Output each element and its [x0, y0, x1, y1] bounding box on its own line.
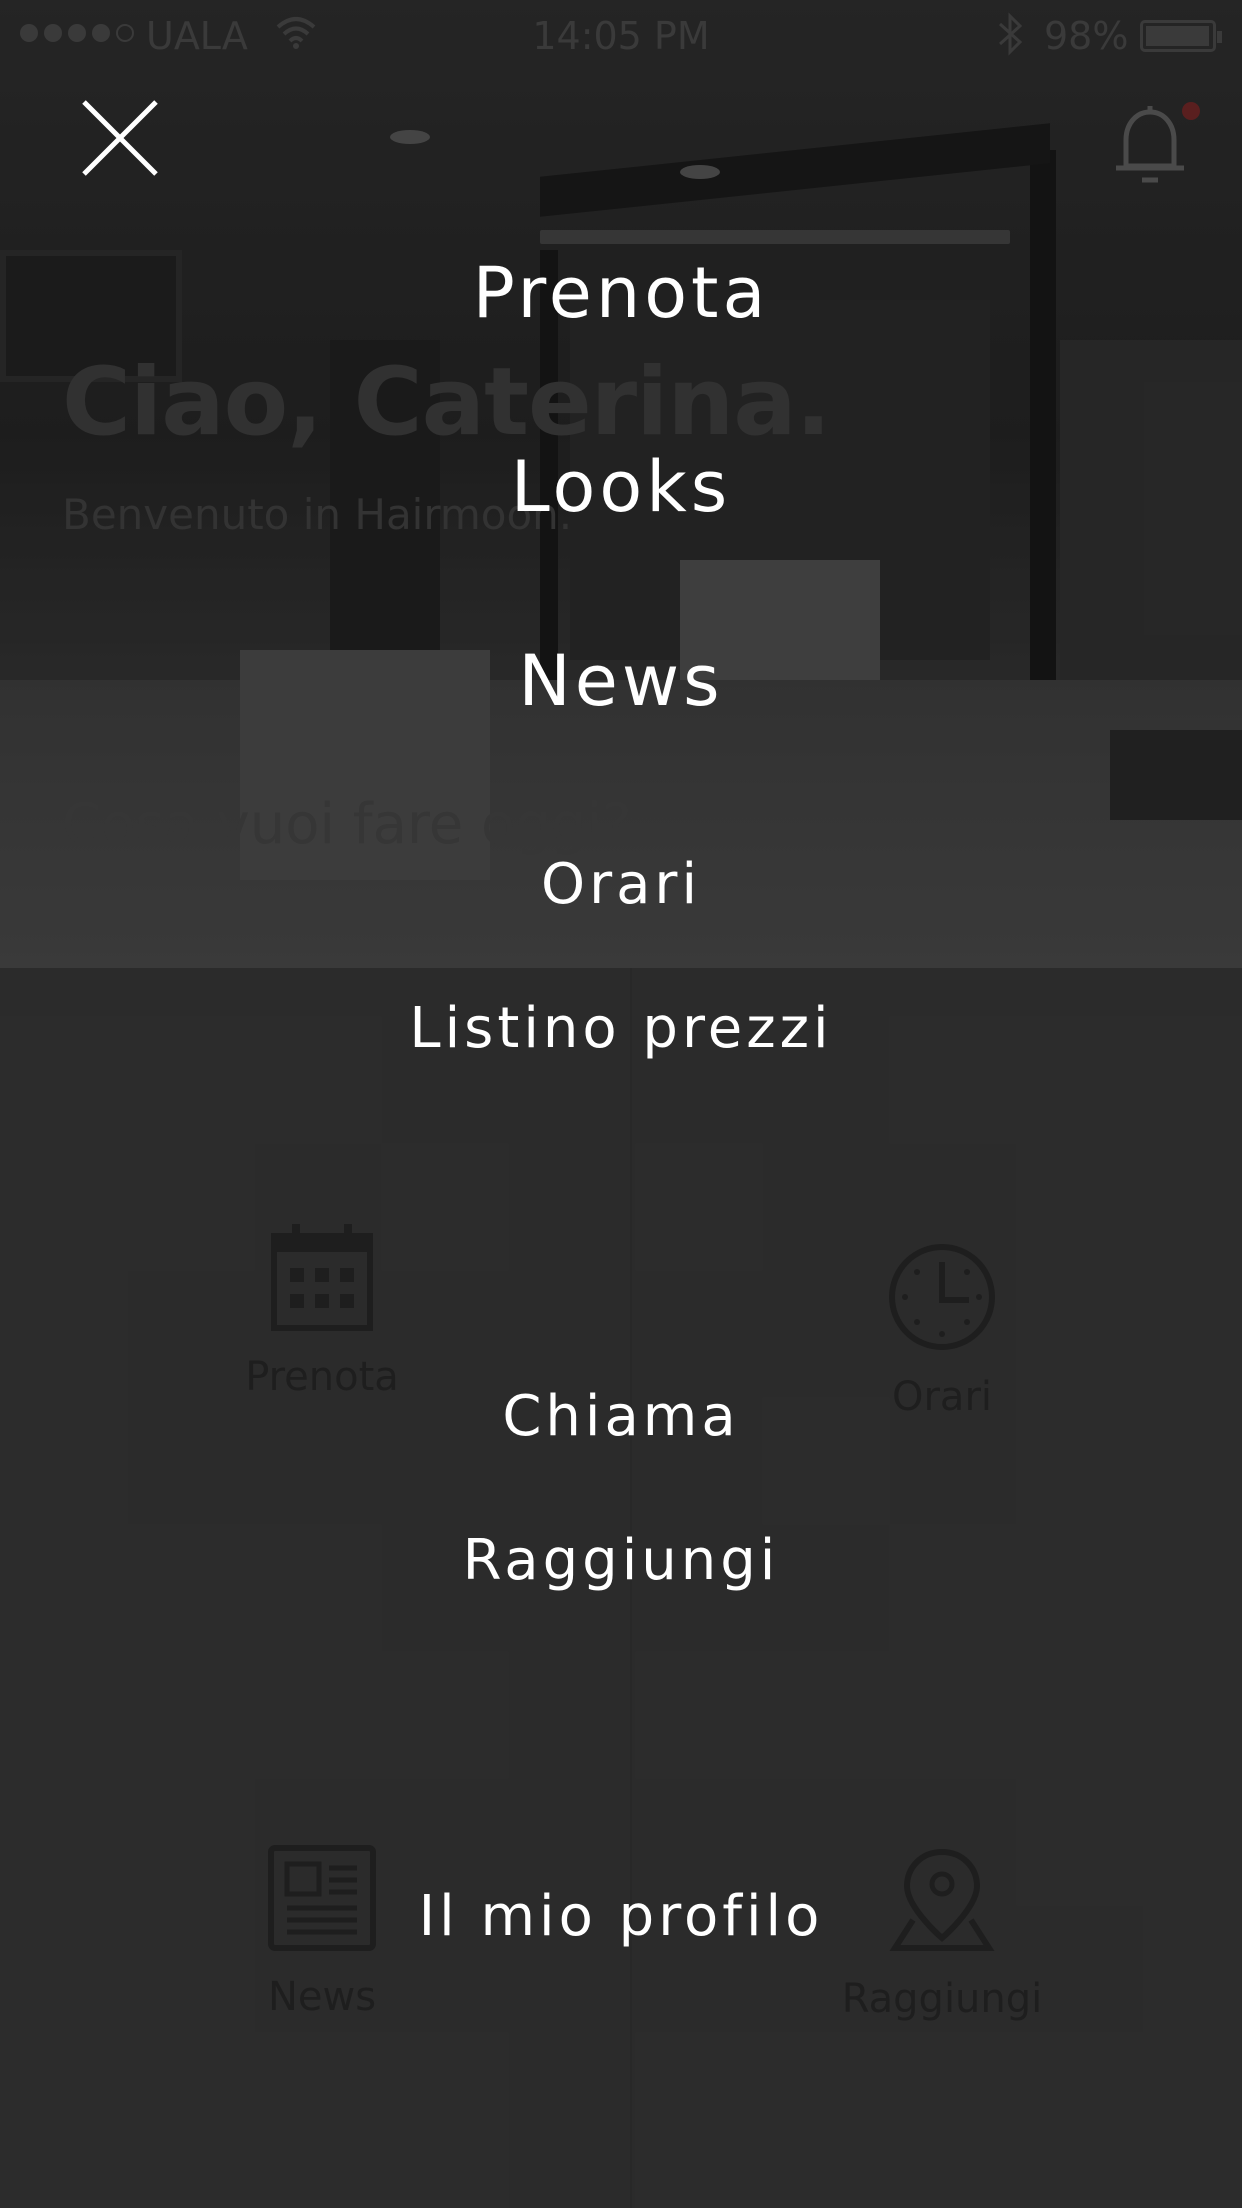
notification-badge	[1182, 102, 1200, 120]
app-screen: Ciao, Caterina. Benvenuto in Hairmoon. C…	[0, 0, 1242, 2208]
menu-item-listino-prezzi[interactable]: Listino prezzi	[0, 996, 1242, 1061]
menu-item-looks[interactable]: Looks	[0, 446, 1242, 528]
menu-item-prenota[interactable]: Prenota	[0, 252, 1242, 334]
menu-item-news[interactable]: News	[0, 640, 1242, 722]
close-icon	[82, 100, 158, 176]
close-button[interactable]	[78, 96, 162, 180]
bell-icon	[1116, 106, 1184, 183]
menu-item-il-mio-profilo[interactable]: Il mio profilo	[0, 1884, 1242, 1949]
menu-item-chiama[interactable]: Chiama	[0, 1384, 1242, 1449]
notifications-button[interactable]	[1112, 104, 1188, 192]
menu-item-orari[interactable]: Orari	[0, 852, 1242, 917]
menu-item-raggiungi[interactable]: Raggiungi	[0, 1528, 1242, 1593]
